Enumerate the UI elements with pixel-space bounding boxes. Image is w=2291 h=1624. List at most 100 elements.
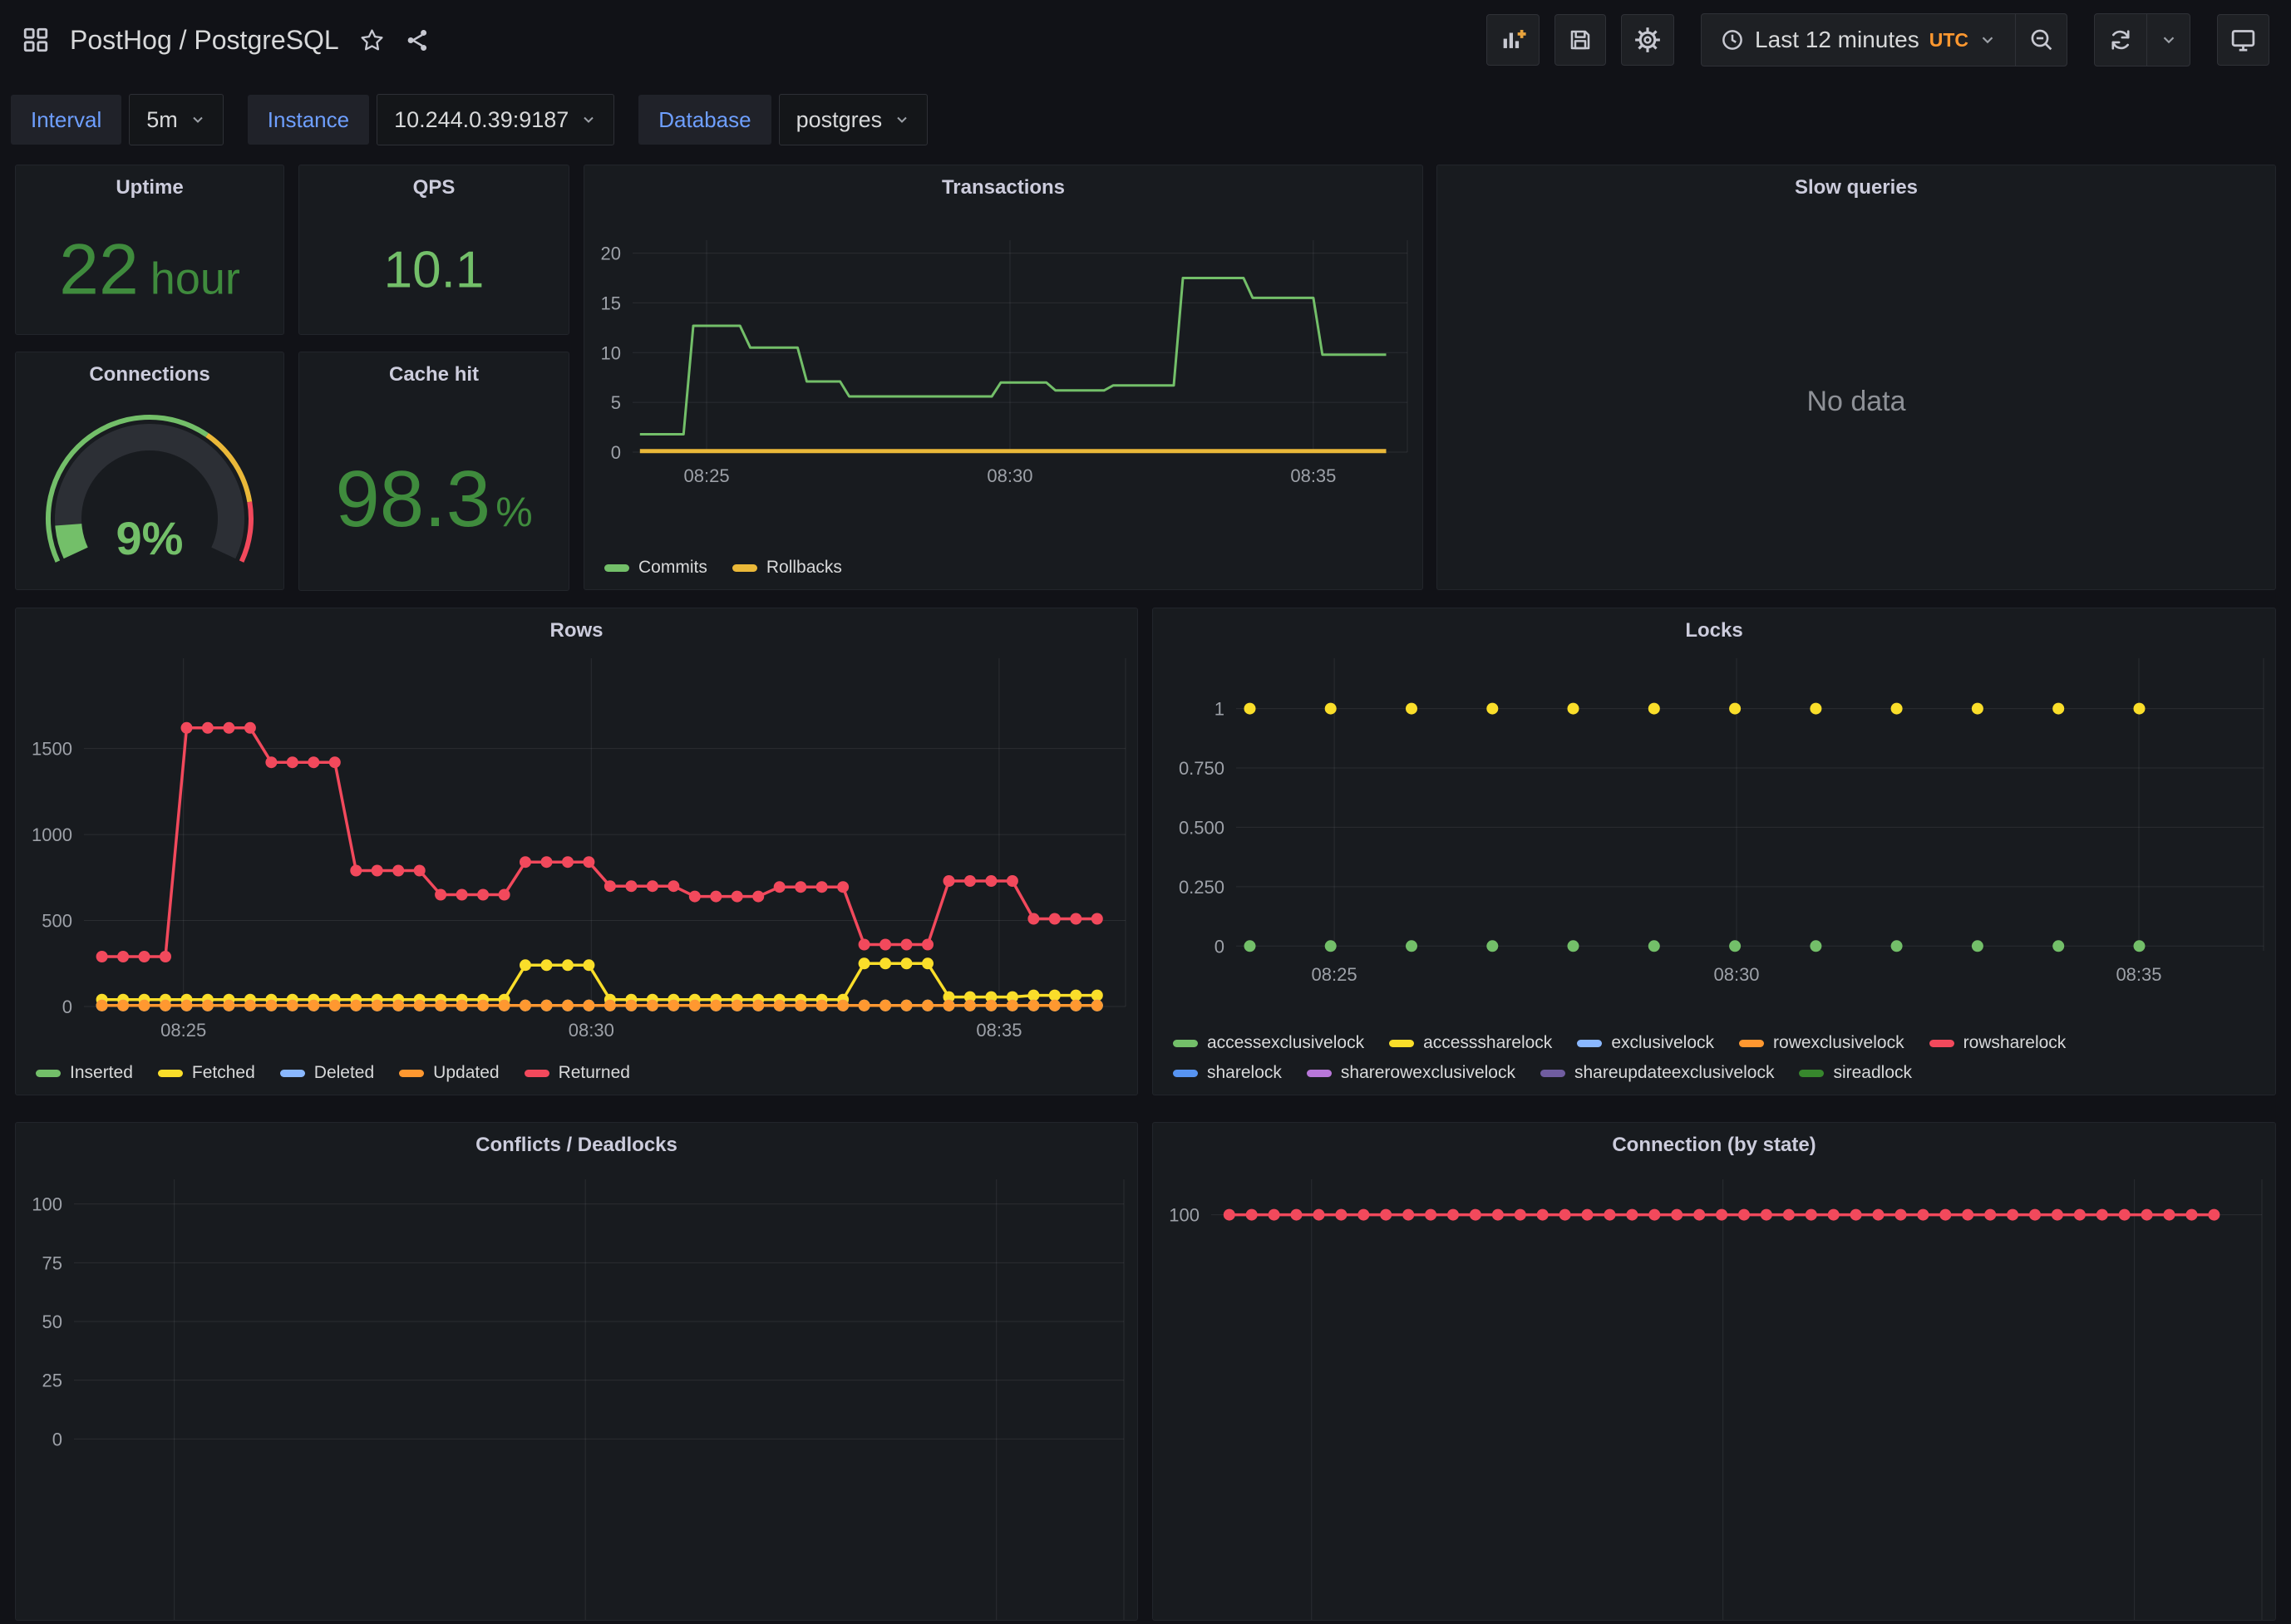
series-point-Updated — [244, 999, 256, 1011]
connection-by-state-chart[interactable]: 10008:2508:3008:35 — [1153, 1123, 2275, 1620]
series-point-Updated — [435, 999, 447, 1011]
y-axis-tick-label: 10 — [601, 342, 621, 363]
series-point-Updated — [815, 999, 828, 1011]
legend-item-sharelock[interactable]: sharelock — [1173, 1063, 1282, 1083]
legend-item-exclusivelock[interactable]: exclusivelock — [1577, 1033, 1714, 1053]
locks-chart[interactable]: 1 0.750 0.500 0.250 0 08:25 08:30 08:35 — [1153, 608, 2275, 1095]
series-point-Updated — [138, 999, 150, 1011]
series-point-accesssharelock — [1890, 702, 1903, 715]
refresh-button[interactable] — [2095, 14, 2146, 66]
y-axis-tick-label: 0 — [611, 442, 621, 463]
series-point-Updated — [350, 999, 362, 1011]
connections-gauge: 9% — [16, 352, 283, 589]
series-point-Updated — [922, 999, 934, 1011]
series-point-connection_by_state — [1782, 1208, 1795, 1221]
share-icon[interactable] — [405, 27, 431, 53]
x-axis-tick-label: 08:30 — [569, 1020, 614, 1041]
variable-value-interval[interactable]: 5m — [129, 94, 224, 145]
series-point-accessexclusivelock — [1648, 940, 1660, 952]
add-panel-button[interactable] — [1486, 14, 1540, 66]
series-point-connection_by_state — [1581, 1208, 1594, 1221]
series-point-accessexclusivelock — [1729, 940, 1742, 952]
series-point-accesssharelock — [1406, 702, 1417, 715]
y-axis-tick-label: 0.250 — [1179, 877, 1224, 898]
series-point-Updated — [710, 999, 722, 1011]
variable-value-database[interactable]: postgres — [778, 94, 929, 145]
uptime-stat: 22 hour — [16, 229, 283, 311]
legend-swatch — [732, 563, 757, 572]
panel-title[interactable]: Uptime — [16, 176, 283, 199]
kiosk-mode-button[interactable] — [2217, 14, 2269, 66]
series-point-Updated — [328, 999, 341, 1011]
series-point-connection_by_state — [1939, 1208, 1952, 1221]
series-point-accessexclusivelock — [1890, 940, 1903, 952]
apps-grid-icon[interactable] — [22, 26, 50, 54]
series-point-Returned — [498, 888, 510, 901]
legend-item-accessexclusivelock[interactable]: accessexclusivelock — [1173, 1033, 1364, 1053]
series-point-accessexclusivelock — [2052, 940, 2065, 952]
variable-label-instance[interactable]: Instance — [247, 95, 370, 145]
series-point-accessexclusivelock — [1324, 940, 1337, 952]
series-line-Returned — [101, 726, 1097, 958]
panel-title[interactable]: QPS — [299, 176, 569, 199]
dashboard-title[interactable]: PostHog / PostgreSQL — [70, 25, 339, 56]
legend-swatch — [157, 1069, 183, 1077]
refresh-group — [2094, 13, 2190, 66]
series-point-accessexclusivelock — [1971, 940, 1983, 952]
series-point-connection_by_state — [1469, 1208, 1481, 1221]
panel-title[interactable]: Cache hit — [299, 363, 569, 386]
series-point-Updated — [1006, 999, 1018, 1011]
legend-item-sharerowexclusivelock[interactable]: sharerowexclusivelock — [1306, 1063, 1515, 1083]
series-point-Returned — [456, 888, 468, 901]
legend-item-Updated[interactable]: Updated — [399, 1063, 500, 1083]
series-point-accessexclusivelock — [1567, 940, 1579, 952]
rows-plot-area: 0 500 1000 1500 08:25 08:30 08:35 — [32, 658, 1126, 1041]
legend-item-Returned[interactable]: Returned — [524, 1063, 630, 1083]
legend-item-sireadlock[interactable]: sireadlock — [1799, 1063, 1912, 1083]
series-point-Returned — [328, 756, 341, 769]
series-point-Fetched — [1070, 989, 1082, 1001]
legend-item-Deleted[interactable]: Deleted — [279, 1063, 374, 1083]
series-point-accesssharelock — [1567, 702, 1579, 715]
legend-item-Rollbacks[interactable]: Rollbacks — [732, 558, 842, 578]
series-point-Returned — [604, 880, 616, 893]
transactions-chart[interactable]: 0 5 10 15 20 08:25 08:30 08:35 — [584, 165, 1422, 589]
x-axis-tick-label: 08:30 — [987, 465, 1032, 486]
save-dashboard-button[interactable] — [1554, 14, 1607, 66]
series-point-Returned — [583, 856, 595, 869]
y-axis-tick-label: 100 — [32, 1194, 62, 1215]
series-point-Fetched — [1027, 989, 1040, 1001]
rows-chart[interactable]: 0 500 1000 1500 08:25 08:30 08:35 — [16, 608, 1137, 1095]
y-axis-tick-label: 0.500 — [1179, 817, 1224, 838]
panel-title[interactable]: Slow queries — [1437, 176, 2275, 199]
zoom-out-time-button[interactable] — [2015, 14, 2067, 66]
stat-unit: hour — [150, 253, 240, 304]
dashboard-settings-button[interactable] — [1621, 14, 1675, 66]
panel-cache-hit: Cache hit 98.3 % — [298, 352, 569, 591]
legend-item-Commits[interactable]: Commits — [604, 558, 707, 578]
variable-label-interval[interactable]: Interval — [11, 95, 122, 145]
time-range-picker[interactable]: Last 12 minutes UTC — [1702, 14, 2015, 66]
legend-item-accesssharelock[interactable]: accesssharelock — [1389, 1033, 1552, 1053]
legend-item-Fetched[interactable]: Fetched — [157, 1063, 255, 1083]
legend-item-Inserted[interactable]: Inserted — [36, 1063, 133, 1083]
variable-value-instance[interactable]: 10.244.0.39:9187 — [377, 94, 615, 145]
legend-label: rowexclusivelock — [1773, 1033, 1904, 1052]
series-point-accesssharelock — [1486, 702, 1499, 715]
series-point-accessexclusivelock — [1486, 940, 1499, 952]
series-point-Returned — [477, 888, 490, 901]
locks-legend: accessexclusivelock accesssharelock exclus… — [1173, 1033, 2129, 1083]
conflicts-chart[interactable]: 100755025008:2508:3008:35 — [16, 1123, 1137, 1620]
series-point-connection_by_state — [1984, 1208, 1997, 1221]
series-point-connection_by_state — [2208, 1208, 2220, 1221]
refresh-interval-dropdown[interactable] — [2146, 14, 2190, 66]
star-icon[interactable] — [359, 27, 385, 53]
series-point-Updated — [520, 999, 531, 1011]
series-point-Returned — [752, 890, 765, 903]
legend-item-shareupdateexclusivelock[interactable]: shareupdateexclusivelock — [1540, 1063, 1774, 1083]
series-point-Updated — [985, 999, 998, 1011]
variable-label-database[interactable]: Database — [638, 95, 771, 145]
legend-item-rowsharelock[interactable]: rowsharelock — [1929, 1033, 2066, 1053]
legend-item-rowexclusivelock[interactable]: rowexclusivelock — [1739, 1033, 1904, 1053]
x-axis-tick-label: 08:25 — [160, 1020, 206, 1041]
